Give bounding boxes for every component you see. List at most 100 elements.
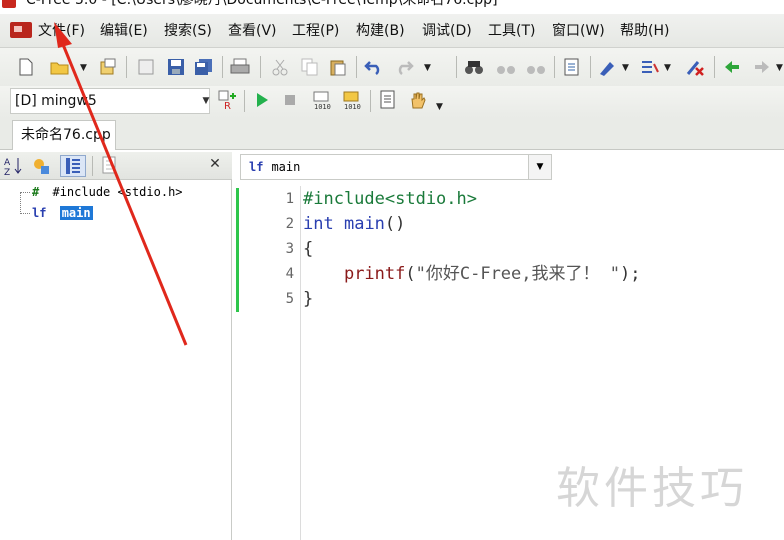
compiler-select[interactable]: [D] mingw5	[10, 88, 210, 114]
menu-tools[interactable]: 工具(T)	[488, 22, 535, 40]
stop-button[interactable]	[280, 90, 300, 110]
group-icon	[34, 159, 49, 174]
menu-edit[interactable]: 编辑(E)	[100, 22, 148, 40]
build-log-button[interactable]	[378, 90, 398, 110]
next-bookmark-button[interactable]	[752, 57, 772, 77]
compile-button[interactable]: 1010	[312, 90, 332, 110]
print-button[interactable]	[230, 57, 250, 77]
function-icon: lf	[249, 160, 264, 174]
symbol-item-main[interactable]: lf main	[32, 204, 93, 222]
paste-button[interactable]	[328, 57, 348, 77]
prev-bookmark-button[interactable]	[722, 57, 742, 77]
menu-view[interactable]: 查看(V)	[228, 22, 277, 40]
function-dropdown-icon[interactable]: ▼	[528, 154, 552, 180]
cut-button[interactable]	[270, 57, 290, 77]
line-number-gutter	[236, 186, 300, 540]
function-select[interactable]: lf main	[240, 154, 552, 180]
menu-bar: 文件(F) 编辑(E) 搜索(S) 查看(V) 工程(P) 构建(B) 调试(D…	[0, 14, 784, 48]
goto-button[interactable]	[562, 57, 582, 77]
line-number: 1	[285, 191, 294, 207]
function-icon: lf	[32, 206, 47, 220]
find-prev-button[interactable]	[526, 57, 546, 77]
new-file-button[interactable]	[16, 57, 36, 77]
compiler-dropdown-icon[interactable]: ▼	[200, 88, 212, 114]
panel-close-icon[interactable]: ✕	[206, 155, 224, 173]
symbol-item-label: #include <stdio.h>	[52, 185, 183, 199]
rebuild-button[interactable]: R	[218, 90, 238, 110]
menu-file[interactable]: 文件(F)	[38, 22, 85, 40]
toolbar-overflow-icon[interactable]: ▼	[776, 63, 783, 73]
line-number: 3	[285, 241, 294, 257]
code-token: }	[303, 289, 314, 309]
tree-connector	[20, 192, 21, 214]
breakpoint-dropdown-icon[interactable]: ▼	[664, 63, 671, 73]
save-all-button[interactable]	[194, 57, 214, 77]
symbol-item-label: main	[59, 206, 93, 220]
build-button[interactable]: 1010	[342, 90, 362, 110]
goto-icon	[564, 58, 579, 76]
line-number: 5	[285, 291, 294, 307]
copy-button[interactable]	[300, 57, 320, 77]
toolbar-separator	[222, 56, 223, 78]
toolbar-separator	[126, 56, 127, 78]
sort-az-button[interactable]: AZ	[4, 156, 24, 176]
toolbar-separator	[244, 90, 245, 112]
code-line: {	[303, 238, 313, 260]
cfree-logo-icon	[10, 22, 32, 38]
symbol-item-include[interactable]: # #include <stdio.h>	[32, 183, 183, 201]
arrow-right-icon	[755, 61, 769, 73]
debug-hand-button[interactable]	[408, 90, 428, 110]
code-token: );	[619, 264, 641, 284]
menu-project[interactable]: 工程(P)	[292, 22, 339, 40]
document-tabs: 未命名76.cpp	[0, 118, 784, 150]
clear-icon	[686, 61, 704, 76]
menu-window[interactable]: 窗口(W)	[552, 22, 605, 40]
bookmark-button[interactable]	[598, 57, 618, 77]
code-token: main	[343, 214, 385, 234]
binoculars-icon	[465, 61, 483, 74]
toggle-breakpoint-button[interactable]	[640, 57, 660, 77]
menu-search[interactable]: 搜索(S)	[164, 22, 212, 40]
clear-bookmarks-button[interactable]	[686, 57, 706, 77]
find-next-icon	[497, 66, 515, 74]
tree-connector	[20, 213, 30, 214]
symbol-panel: AZ ✕ # #include <stdio.h> lf main	[0, 152, 232, 540]
tree-view-button[interactable]	[60, 155, 86, 177]
toolbar-separator	[714, 56, 715, 78]
close-file-button[interactable]	[136, 57, 156, 77]
watermark: 软件技巧	[556, 463, 748, 514]
toolbar-separator	[456, 56, 457, 78]
find-button[interactable]	[464, 57, 484, 77]
play-icon	[257, 93, 268, 107]
find-prev-icon	[527, 66, 545, 74]
new-project-button[interactable]	[98, 57, 118, 77]
toolbar-separator	[370, 90, 371, 112]
group-by-type-button[interactable]	[32, 156, 52, 176]
debug-dropdown-icon[interactable]: ▼	[436, 102, 443, 112]
build-icon: 1010	[343, 91, 361, 110]
toolbar-separator	[260, 56, 261, 78]
menu-debug[interactable]: 调试(D)	[422, 22, 472, 40]
find-next-button[interactable]	[496, 57, 516, 77]
save-icon	[168, 59, 184, 75]
svg-text:Z: Z	[4, 168, 10, 176]
redo-button[interactable]	[394, 57, 414, 77]
save-button[interactable]	[166, 57, 186, 77]
redo-dropdown-icon[interactable]: ▼	[424, 63, 431, 73]
open-dropdown-icon[interactable]: ▼	[80, 63, 87, 73]
symbol-options-button[interactable]	[100, 156, 120, 176]
code-token: #include<stdio.h>	[303, 189, 477, 209]
stop-icon	[285, 95, 295, 105]
undo-button[interactable]	[364, 57, 384, 77]
main-toolbar: ▼ ▼ ▼ ▼ ▼	[0, 48, 784, 86]
tab-file[interactable]: 未命名76.cpp	[12, 120, 116, 150]
code-line: int main()	[303, 213, 405, 235]
menu-build[interactable]: 构建(B)	[356, 22, 405, 40]
printer-icon	[230, 58, 250, 74]
menu-help[interactable]: 帮助(H)	[620, 22, 669, 40]
open-file-button[interactable]	[50, 57, 70, 77]
run-button[interactable]	[252, 90, 272, 110]
bookmark-dropdown-icon[interactable]: ▼	[622, 63, 629, 73]
code-line: #include<stdio.h>	[303, 188, 477, 210]
